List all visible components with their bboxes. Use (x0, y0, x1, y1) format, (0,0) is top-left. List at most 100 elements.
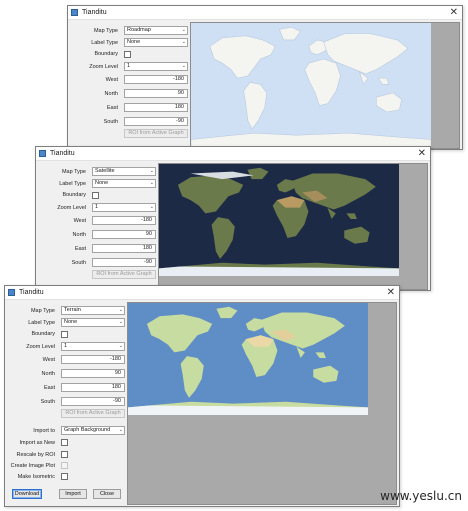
zoom-level-label: Zoom Level (57, 205, 86, 211)
north-label: North (72, 232, 86, 238)
map-type-label: Map Type (30, 308, 55, 314)
south-input[interactable]: -90 (92, 258, 156, 267)
chevron-down-icon: ⌄ (118, 307, 123, 313)
label-type-value: None (64, 319, 78, 325)
west-input[interactable]: -180 (61, 355, 125, 364)
map-preview (190, 22, 460, 149)
zoom-level-label: Zoom Level (89, 64, 118, 70)
east-input[interactable]: 180 (124, 103, 188, 112)
label-type-select[interactable]: None ⌄ (92, 179, 156, 188)
import-to-value: Graph Background (64, 427, 111, 433)
boundary-checkbox[interactable] (92, 192, 99, 199)
map-preview (158, 163, 428, 290)
import-as-new-label: Import as New (19, 440, 55, 446)
import-button[interactable]: Import (59, 489, 87, 499)
label-type-value: None (95, 180, 109, 186)
create-image-plot-label: Create Image Plot (10, 463, 55, 469)
map-type-label: Map Type (61, 169, 86, 175)
zoom-level-value: 1 (127, 63, 131, 69)
map-type-value: Terrain (64, 307, 81, 313)
map-type-select[interactable]: Roadmap ⌄ (124, 26, 188, 35)
make-isometric-label: Make Isometric (17, 474, 55, 480)
map-type-select[interactable]: Terrain ⌄ (61, 306, 125, 315)
roi-from-active-graph-button[interactable]: ROI from Active Graph (92, 270, 156, 279)
south-label: South (40, 399, 55, 405)
chevron-down-icon: ⌄ (149, 180, 154, 186)
north-input[interactable]: 90 (92, 230, 156, 239)
north-label: North (41, 371, 55, 377)
chevron-down-icon: ⌄ (149, 168, 154, 174)
close-icon[interactable]: ✕ (387, 286, 395, 300)
map-type-label: Map Type (93, 28, 118, 34)
download-button[interactable]: Download (12, 489, 42, 499)
make-isometric-checkbox[interactable] (61, 473, 68, 480)
boundary-label: Boundary (94, 51, 118, 57)
app-icon (8, 289, 15, 296)
boundary-label: Boundary (62, 192, 86, 198)
title-bar: Tianditu ✕ (5, 286, 399, 300)
north-input[interactable]: 90 (61, 369, 125, 378)
east-label: East (74, 246, 86, 252)
chevron-down-icon: ⌄ (181, 27, 186, 33)
zoom-level-select[interactable]: 1 ⌄ (92, 203, 156, 212)
zoom-level-label: Zoom Level (26, 344, 55, 350)
boundary-checkbox[interactable] (124, 51, 131, 58)
close-icon[interactable]: ✕ (418, 147, 426, 161)
tianditu-window-roadmap: Tianditu ✕ Map Type Roadmap ⌄ Label Type… (67, 5, 463, 150)
rescale-by-roi-label: Rescale by ROI (16, 452, 55, 458)
map-preview (127, 302, 397, 505)
east-input[interactable]: 180 (61, 383, 125, 392)
terrain-map-image (128, 303, 368, 415)
label-type-label: Label Type (28, 320, 55, 326)
map-type-select[interactable]: Satellite ⌄ (92, 167, 156, 176)
east-input[interactable]: 180 (92, 244, 156, 253)
chevron-down-icon: ⌄ (118, 319, 123, 325)
tianditu-window-terrain: Tianditu ✕ Map Type Terrain ⌄ Label Type… (4, 285, 400, 507)
south-label: South (71, 260, 86, 266)
south-label: South (103, 119, 118, 125)
north-label: North (104, 91, 118, 97)
zoom-level-select[interactable]: 1 ⌄ (124, 62, 188, 71)
import-to-select[interactable]: Graph Background ⌄ (61, 426, 125, 435)
west-label: West (105, 77, 118, 83)
zoom-level-value: 1 (64, 343, 68, 349)
map-type-value: Roadmap (127, 27, 151, 33)
map-type-value: Satellite (95, 168, 115, 174)
east-label: East (106, 105, 118, 111)
roadmap-map-image (191, 23, 431, 148)
roi-from-active-graph-button[interactable]: ROI from Active Graph (124, 129, 188, 138)
import-as-new-checkbox[interactable] (61, 439, 68, 446)
tianditu-window-satellite: Tianditu ✕ Map Type Satellite ⌄ Label Ty… (35, 146, 431, 291)
chevron-down-icon: ⌄ (118, 427, 123, 433)
chevron-down-icon: ⌄ (181, 39, 186, 45)
south-input[interactable]: -90 (61, 397, 125, 406)
north-input[interactable]: 90 (124, 89, 188, 98)
chevron-down-icon: ⌄ (118, 343, 123, 349)
rescale-by-roi-checkbox[interactable] (61, 451, 68, 458)
south-input[interactable]: -90 (124, 117, 188, 126)
label-type-select[interactable]: None ⌄ (61, 318, 125, 327)
create-image-plot-checkbox[interactable] (61, 462, 68, 469)
watermark-text: www.yeslu.cn (380, 489, 462, 503)
app-icon (71, 9, 78, 16)
close-button[interactable]: Close (93, 489, 121, 499)
chevron-down-icon: ⌄ (149, 204, 154, 210)
west-input[interactable]: -180 (124, 75, 188, 84)
title-bar: Tianditu ✕ (68, 6, 462, 20)
boundary-checkbox[interactable] (61, 331, 68, 338)
chevron-down-icon: ⌄ (181, 63, 186, 69)
label-type-select[interactable]: None ⌄ (124, 38, 188, 47)
close-icon[interactable]: ✕ (450, 6, 458, 20)
satellite-map-image (159, 164, 399, 276)
west-input[interactable]: -180 (92, 216, 156, 225)
import-to-label: Import to (33, 428, 55, 434)
east-label: East (43, 385, 55, 391)
boundary-label: Boundary (31, 331, 55, 337)
roi-from-active-graph-button[interactable]: ROI from Active Graph (61, 409, 125, 418)
zoom-level-value: 1 (95, 204, 99, 210)
window-title: Tianditu (82, 9, 107, 16)
label-type-label: Label Type (59, 181, 86, 187)
zoom-level-select[interactable]: 1 ⌄ (61, 342, 125, 351)
window-title: Tianditu (19, 289, 44, 296)
window-title: Tianditu (50, 150, 75, 157)
